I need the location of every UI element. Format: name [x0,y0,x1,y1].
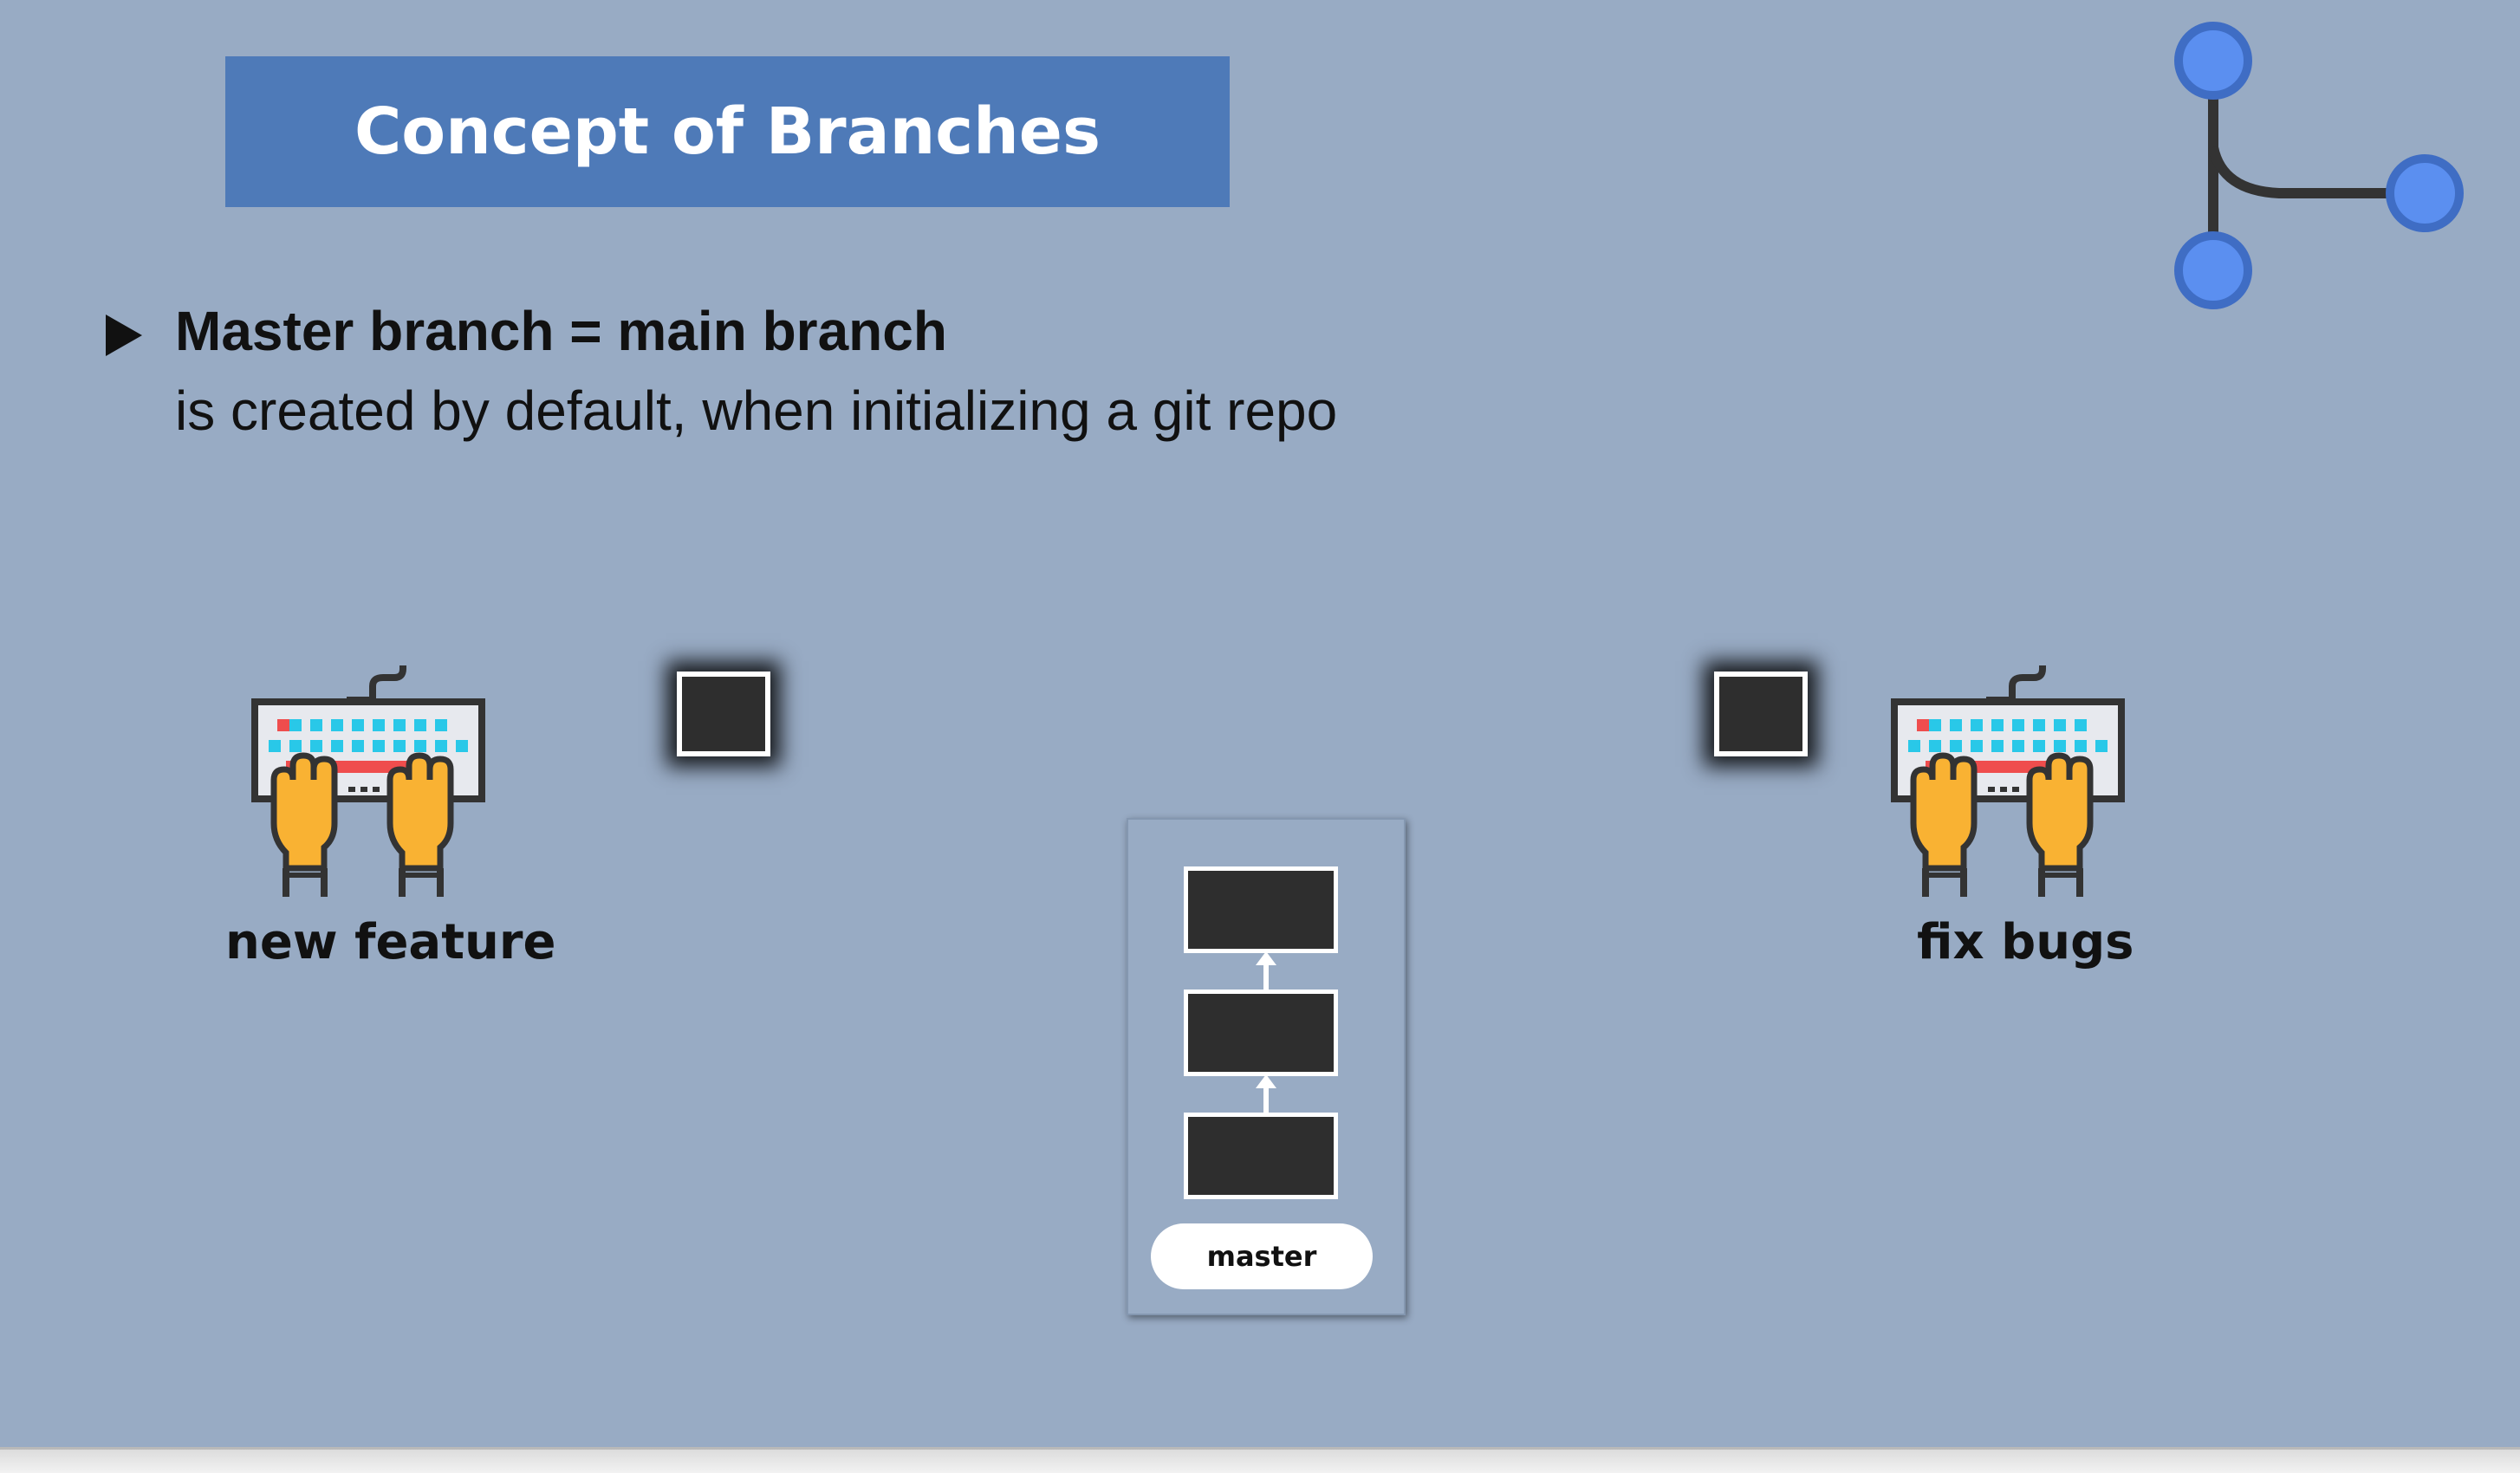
git-branch-icon [2174,22,2464,309]
bullet-sub-text: is created by default, when initializing… [175,380,1338,442]
master-branch-label: master [1151,1223,1373,1289]
slide-title: Concept of Branches [354,94,1101,169]
slide-title-box: Concept of Branches [225,56,1230,207]
master-commit-3 [1184,866,1338,953]
master-commit-1 [1184,1113,1338,1199]
arrow-up-icon [1256,951,1276,990]
new-feature-label: new feature [225,914,556,970]
keyboard-hands-icon [251,665,485,897]
bugfix-commit-node [1714,672,1808,756]
bullet-arrow-icon [106,315,142,356]
arrow-up-icon [1256,1074,1276,1113]
bottom-bar [0,1447,2520,1473]
master-commit-2 [1184,990,1338,1076]
feature-commit-node [677,672,770,756]
keyboard-hands-icon [1891,665,2125,897]
master-branch-panel: master [1127,818,1406,1315]
fix-bugs-label: fix bugs [1917,914,2134,970]
bullet-main-text: Master branch = main branch [175,300,947,362]
